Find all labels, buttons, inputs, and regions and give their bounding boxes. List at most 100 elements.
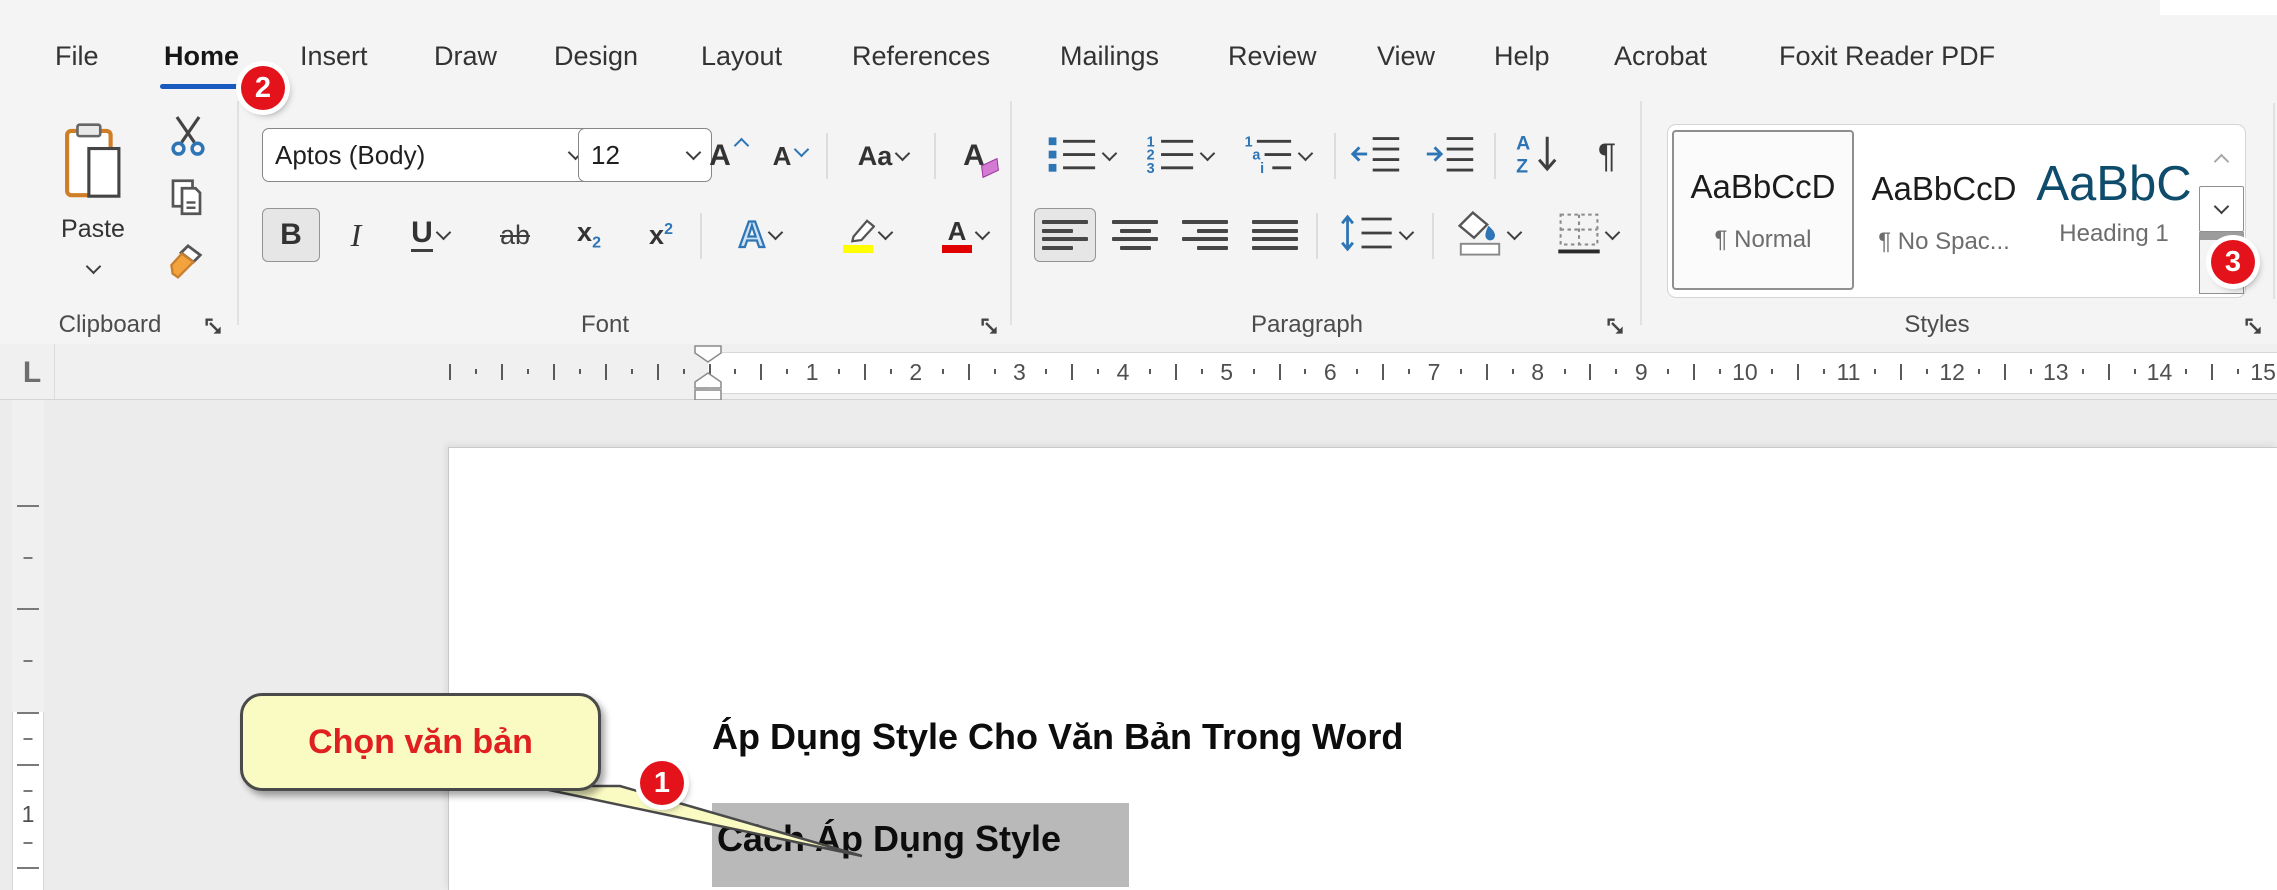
- show-hide-paragraph-button[interactable]: ¶: [1580, 129, 1634, 183]
- copy-icon: [170, 178, 206, 223]
- font-name-combobox[interactable]: Aptos (Body): [262, 128, 594, 182]
- chevron-down-icon: [794, 141, 810, 158]
- shading-button[interactable]: [1444, 208, 1532, 262]
- chevron-down-icon: [877, 224, 894, 241]
- v-ruler-tick: [17, 504, 39, 507]
- decrease-indent-icon: [1350, 133, 1402, 180]
- copy-button[interactable]: [156, 175, 220, 225]
- superscript-icon: x2: [649, 219, 673, 250]
- tab-references[interactable]: References: [848, 36, 994, 76]
- paste-button[interactable]: Paste: [34, 107, 152, 287]
- align-right-icon: [1182, 217, 1228, 253]
- separator: [700, 213, 702, 259]
- justify-button[interactable]: [1244, 208, 1306, 262]
- font-size-combobox[interactable]: 12: [578, 128, 712, 182]
- sort-button[interactable]: A Z: [1504, 129, 1572, 183]
- borders-button[interactable]: [1542, 208, 1632, 262]
- h-ruler-tick: [553, 364, 556, 380]
- styles-gallery-scroll-down[interactable]: [2199, 186, 2244, 232]
- tab-foxit-reader-pdf[interactable]: Foxit Reader PDF: [1775, 36, 1999, 76]
- cut-button[interactable]: [156, 113, 220, 163]
- cut-icon: [169, 115, 207, 162]
- underline-icon: U: [411, 218, 433, 252]
- italic-button[interactable]: I: [330, 208, 382, 262]
- tab-mailings[interactable]: Mailings: [1056, 36, 1163, 76]
- ribbon-home: Paste Clipboard Aptos (Body) 12 A A Aa A…: [0, 93, 2277, 345]
- tab-review[interactable]: Review: [1224, 36, 1321, 76]
- multilevel-list-button[interactable]: 1 a i: [1230, 129, 1324, 183]
- style-tile-no-spacing[interactable]: AaBbCcD ¶ No Spac...: [1860, 134, 2028, 288]
- superscript-button[interactable]: x2: [628, 208, 694, 262]
- align-center-button[interactable]: [1104, 208, 1166, 262]
- tab-view[interactable]: View: [1373, 36, 1439, 76]
- bullets-button[interactable]: [1034, 129, 1128, 183]
- tab-acrobat[interactable]: Acrobat: [1610, 36, 1711, 76]
- separator: [1494, 133, 1496, 179]
- pilcrow-icon: ¶: [1597, 136, 1617, 175]
- styles-dialog-launcher[interactable]: [2242, 315, 2266, 339]
- svg-text:3: 3: [1147, 160, 1155, 174]
- styles-group-label: Styles: [1904, 311, 1970, 338]
- tab-stop-selector[interactable]: L: [16, 356, 48, 389]
- style-tile-normal[interactable]: AaBbCcD ¶ Normal: [1672, 130, 1854, 290]
- h-ruler-tick: [501, 364, 504, 380]
- decrease-indent-button[interactable]: [1344, 129, 1408, 183]
- document-heading-text[interactable]: Áp Dụng Style Cho Văn Bản Trong Word: [712, 716, 1403, 758]
- styles-gallery-scroll-up[interactable]: [2199, 132, 2244, 186]
- separator: [934, 133, 936, 179]
- tab-design[interactable]: Design: [550, 36, 642, 76]
- callout-tail: [529, 784, 863, 858]
- tab-help[interactable]: Help: [1490, 36, 1554, 76]
- increase-indent-button[interactable]: [1418, 129, 1482, 183]
- subscript-button[interactable]: x2: [556, 208, 622, 262]
- tab-layout[interactable]: Layout: [697, 36, 786, 76]
- text-effects-button[interactable]: A: [712, 208, 808, 262]
- horizontal-ruler: L 1 2 3 4 5 6 7 8 9 10 11 12 13 14 15: [0, 344, 2277, 401]
- style-label: ¶ Normal: [1714, 226, 1812, 253]
- line-spacing-icon: [1340, 212, 1396, 259]
- bold-button[interactable]: B: [262, 208, 320, 262]
- group-separator: [1010, 101, 1012, 325]
- text-highlight-color-button[interactable]: [818, 208, 914, 262]
- strikethrough-button[interactable]: ab: [480, 208, 550, 262]
- clipboard-dialog-launcher[interactable]: [202, 315, 226, 339]
- paragraph-group-label: Paragraph: [1250, 311, 1364, 338]
- justify-icon: [1252, 217, 1298, 253]
- callout-text: Chọn văn bản: [308, 722, 533, 761]
- increase-indent-icon: [1424, 133, 1476, 180]
- multilevel-list-icon: 1 a i: [1243, 133, 1295, 180]
- style-sample: AaBbCcD: [1871, 170, 2017, 207]
- align-left-button[interactable]: [1034, 208, 1096, 262]
- ruler-text-area-band: [12, 712, 44, 890]
- italic-icon: I: [350, 216, 362, 253]
- text-effects-icon: A: [738, 213, 767, 256]
- tab-insert[interactable]: Insert: [296, 36, 372, 76]
- underline-button[interactable]: U: [388, 208, 472, 262]
- chevron-down-icon: [85, 258, 101, 274]
- line-spacing-button[interactable]: [1330, 208, 1422, 262]
- format-painter-button[interactable]: [156, 239, 220, 289]
- document-area: 1 Áp Dụng Style Cho Văn Bản Trong Word C…: [0, 400, 2277, 890]
- align-right-button[interactable]: [1174, 208, 1236, 262]
- shrink-font-button[interactable]: A: [760, 129, 820, 183]
- separator: [826, 133, 828, 179]
- paragraph-dialog-launcher[interactable]: [1604, 315, 1628, 339]
- ruler-text-area-band: [708, 352, 2277, 394]
- vertical-ruler: 1: [12, 400, 44, 890]
- font-dialog-launcher[interactable]: [978, 315, 1002, 339]
- ribbon-tab-bar: File Home Insert Draw Design Layout Refe…: [0, 0, 2277, 110]
- first-line-indent-marker[interactable]: [694, 345, 722, 368]
- group-separator: [1640, 101, 1642, 325]
- tab-draw[interactable]: Draw: [430, 36, 501, 76]
- chevron-up-icon: [2213, 153, 2230, 170]
- tab-file[interactable]: File: [51, 36, 103, 76]
- change-case-button[interactable]: Aa: [836, 129, 930, 183]
- tab-home[interactable]: Home: [160, 36, 244, 89]
- numbering-button[interactable]: 1 2 3: [1132, 129, 1226, 183]
- font-color-button[interactable]: A: [920, 208, 1010, 262]
- style-tile-heading-1[interactable]: AaBbC Heading 1: [2032, 134, 2196, 288]
- step-badge-2: 2: [241, 66, 285, 110]
- separator: [1316, 213, 1318, 259]
- clear-formatting-button[interactable]: A: [942, 129, 1006, 183]
- grow-font-button[interactable]: A: [698, 129, 758, 183]
